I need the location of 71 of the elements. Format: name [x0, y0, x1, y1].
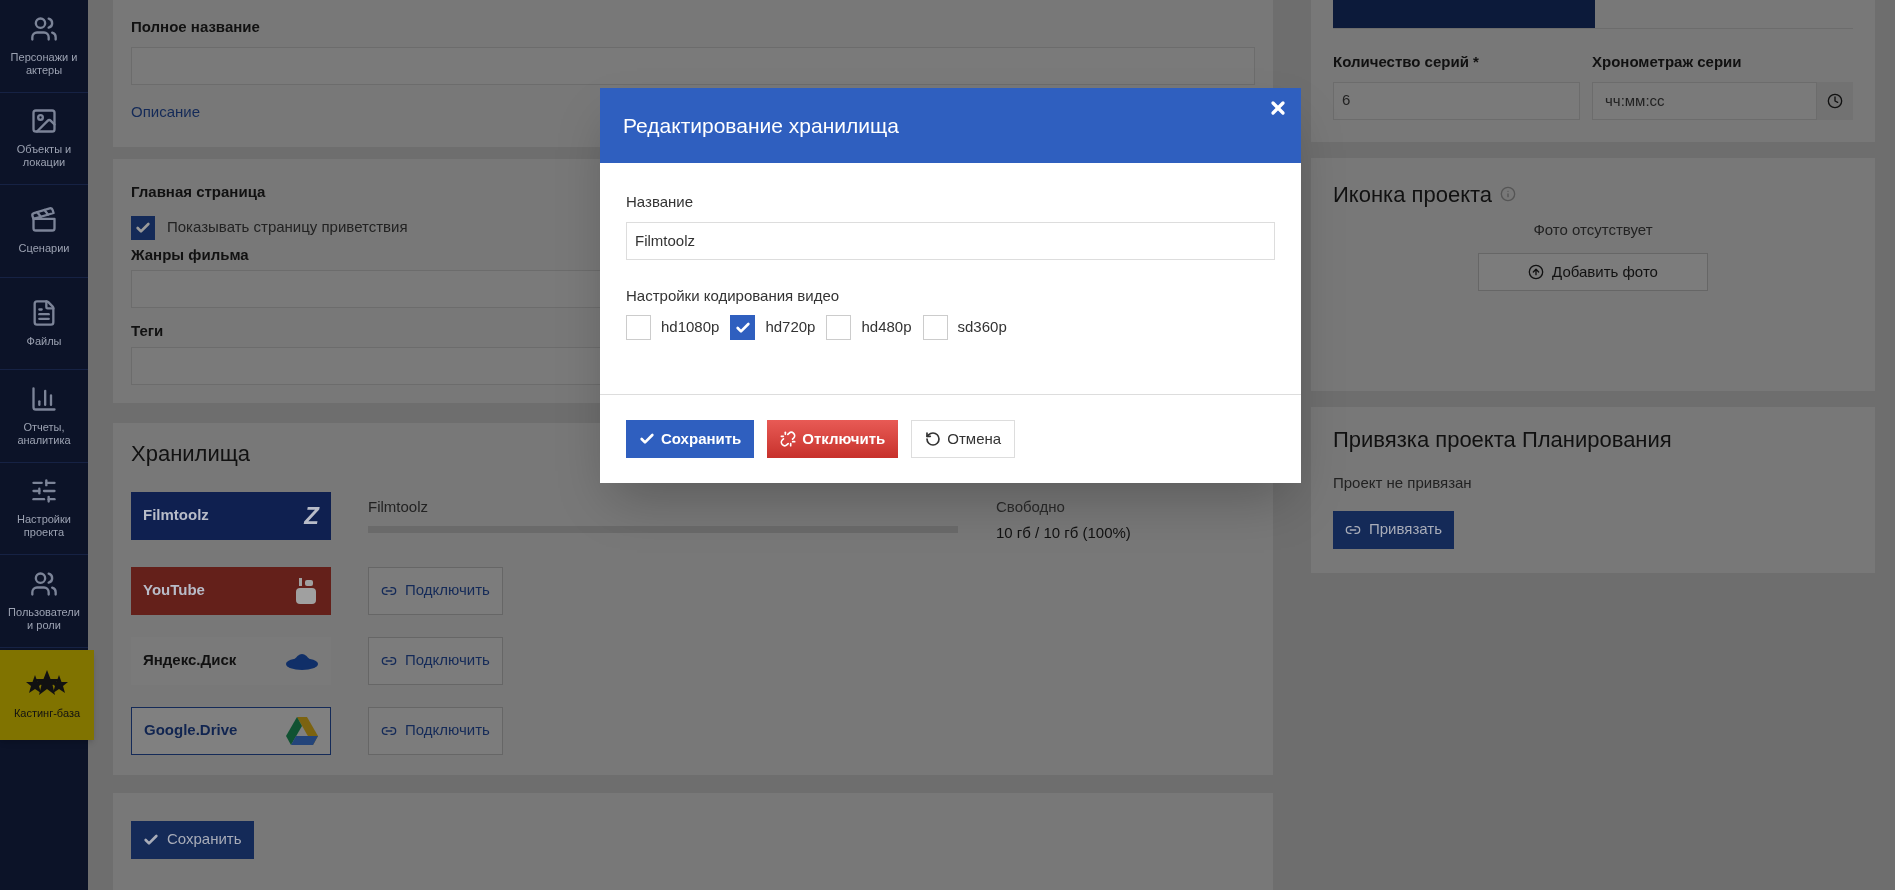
connect-button[interactable]: Подключить: [368, 636, 503, 685]
modal-button[interactable]: Сохранить: [626, 420, 755, 458]
section-heading: Иконка проекта: [1333, 180, 1493, 209]
clapperboard-icon: [30, 206, 58, 235]
field-label: Теги: [131, 321, 164, 341]
tv-logo-icon: [293, 575, 319, 606]
upload-icon: [1528, 264, 1545, 280]
checkbox-label: hd720p: [765, 317, 816, 338]
storage-tile[interactable]: Filmtoolz Z: [131, 491, 331, 540]
connect-button[interactable]: Подключить: [368, 566, 503, 615]
modal-button[interactable]: Отключить: [767, 420, 899, 458]
sidebar-item[interactable]: Сценарии: [0, 185, 88, 278]
field-label: Жанры фильма: [131, 244, 249, 265]
link-button[interactable]: Привязать: [1333, 510, 1454, 549]
storage-name: Google.Drive: [144, 720, 238, 741]
field-label: Хронометраж серии: [1592, 52, 1742, 72]
add-photo-button[interactable]: Добавить фото: [1478, 253, 1708, 291]
checkbox-label: Показывать страницу приветствия: [167, 217, 408, 238]
field-label: Название: [626, 192, 694, 212]
info-icon: [1500, 186, 1517, 202]
bar-chart-icon: [30, 384, 58, 413]
sidebar-item[interactable]: Объекты и локации: [0, 92, 88, 185]
people-icon: [30, 14, 58, 43]
storage-label: Filmtoolz: [368, 496, 428, 517]
field-label: Настройки кодирования видео: [626, 285, 840, 306]
field-label: Полное название: [131, 17, 260, 37]
field-label: Количество серий: [1333, 52, 1469, 72]
time-picker-button[interactable]: [1817, 81, 1853, 120]
checkbox-label: sd360p: [957, 317, 1007, 338]
sidebar-item[interactable]: Кастинг-база: [0, 649, 94, 740]
sidebar-item[interactable]: Настройки проекта: [0, 462, 88, 555]
image-icon: [30, 107, 58, 136]
storage-name: YouTube: [143, 580, 205, 601]
section-heading: Привязка проекта Планирования: [1333, 426, 1672, 454]
checkbox[interactable]: [730, 315, 756, 340]
sidebar-item[interactable]: Отчеты, аналитика: [0, 370, 88, 463]
free-value: 10 гб / 10 гб (100%): [996, 523, 1131, 543]
people-icon: [30, 569, 58, 598]
storage-name: Яндекс.Диск: [143, 650, 237, 671]
section-heading: Хранилища: [131, 439, 251, 468]
save-button[interactable]: Сохранить: [131, 820, 254, 859]
storage-tile[interactable]: YouTube: [131, 566, 331, 615]
modal-title: Редактирование хранилища: [623, 112, 899, 139]
empty-photo-text: Фото отсутствует: [1533, 219, 1653, 240]
free-label: Свободно: [996, 496, 1065, 517]
status-text: Проект не привязан: [1333, 473, 1472, 493]
sidebar-item[interactable]: Файлы: [0, 277, 88, 370]
triangle-logo-icon: [286, 716, 318, 745]
description-link[interactable]: Описание: [131, 100, 201, 123]
clock-icon: [1827, 92, 1843, 109]
sidebar-item[interactable]: Персонажи и актеры: [0, 0, 88, 93]
required-mark: *: [1472, 52, 1479, 72]
close-icon[interactable]: [1268, 98, 1288, 118]
storage-tile[interactable]: Google.Drive: [131, 706, 331, 755]
broken-link-icon: [780, 431, 797, 447]
section-heading: Главная страница: [131, 182, 266, 202]
checkbox-label: hd480p: [861, 317, 912, 338]
undo-icon: [925, 431, 942, 447]
logo-letter: Z: [304, 503, 319, 528]
check-icon: [639, 431, 655, 447]
storage-name: Filmtoolz: [143, 505, 209, 526]
input-field[interactable]: 6: [1333, 81, 1580, 120]
modal-button[interactable]: Отмена: [911, 420, 1016, 458]
name-input[interactable]: Filmtoolz: [626, 221, 1275, 260]
checkbox-label: hd1080p: [661, 317, 720, 338]
time-input[interactable]: чч:мм:сс: [1592, 81, 1817, 120]
checkbox[interactable]: [131, 215, 155, 240]
sliders-icon: [30, 477, 58, 506]
connect-button[interactable]: Подключить: [368, 706, 503, 755]
sidebar-item[interactable]: Пользователи и роли: [0, 555, 88, 648]
tab[interactable]: [1333, 0, 1595, 28]
